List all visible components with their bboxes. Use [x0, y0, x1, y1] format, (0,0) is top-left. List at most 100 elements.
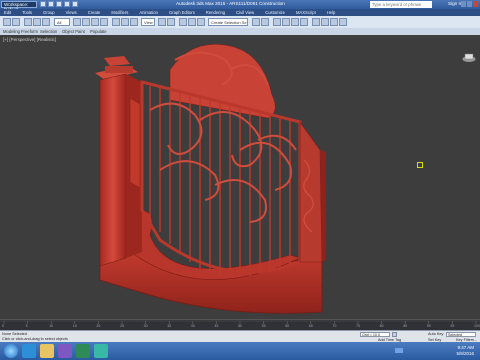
menu-item-views[interactable]: Views	[66, 9, 77, 16]
timeline-tick-label: 15	[72, 324, 77, 328]
menu-item-edit[interactable]: Edit	[4, 9, 11, 16]
window-crossing-button[interactable]	[100, 18, 108, 26]
bind-space-warp-button[interactable]	[42, 18, 50, 26]
menu-items: Edit Tools Group Views Create Modifiers Animat…	[4, 9, 335, 16]
timeline-tick-label: 0	[2, 324, 4, 328]
ribbon-tab-object-paint[interactable]: Object Paint	[62, 28, 85, 35]
schematic-view-button[interactable]	[300, 18, 308, 26]
timeline-tick-label: 5	[25, 324, 28, 328]
menu-item-animation[interactable]: Animation	[139, 9, 158, 16]
ribbon-tab-populate[interactable]: Populate	[90, 28, 107, 35]
timeline-tick-label: 85	[403, 324, 408, 328]
undo-icon[interactable]	[64, 1, 70, 7]
clock-date: 5/9/2016	[456, 351, 474, 356]
timeline-tick-label: 35	[167, 324, 172, 328]
minimize-button[interactable]	[461, 1, 466, 7]
menu-item-maxscript[interactable]: MAXScript	[296, 9, 316, 16]
windows-taskbar: 9:47 AM 5/9/2016	[0, 342, 480, 360]
open-file-icon[interactable]	[48, 1, 54, 7]
menu-item-civil-view[interactable]: Civil View	[236, 9, 254, 16]
search-input[interactable]: Type a keyword or phrase	[370, 1, 432, 8]
timeline-tick-label: 25	[120, 324, 124, 328]
timeline-tick-label: 65	[308, 324, 313, 328]
menu-item-customize[interactable]: Customize	[265, 9, 285, 16]
excel-icon[interactable]	[76, 344, 90, 358]
select-by-name-button[interactable]	[82, 18, 90, 26]
quick-access-toolbar	[40, 1, 78, 8]
select-object-button[interactable]	[73, 18, 81, 26]
timeline-tick-label: 75	[356, 324, 360, 328]
pivot-center-button[interactable]	[158, 18, 166, 26]
scale-button[interactable]	[130, 18, 138, 26]
perspective-viewport[interactable]: [+] [Perspective] [Realistic]	[0, 35, 480, 319]
snaps-toggle-button[interactable]	[179, 18, 187, 26]
unlink-button[interactable]	[33, 18, 41, 26]
layer-manager-button[interactable]	[273, 18, 281, 26]
graphite-toggle-button[interactable]	[282, 18, 290, 26]
timeline-tick-label: 40	[190, 324, 195, 328]
timeline-tick-label: 10	[49, 324, 54, 328]
menu-item-rendering[interactable]: Rendering	[206, 9, 225, 16]
timeline-tick-label: 100	[474, 324, 480, 328]
rotate-button[interactable]	[121, 18, 129, 26]
selection-status: None Selected	[2, 332, 27, 336]
network-tray-icon[interactable]	[395, 348, 403, 353]
timeline-tick-label: 60	[285, 324, 290, 328]
save-file-icon[interactable]	[56, 1, 62, 7]
timeline-tick-label: 95	[450, 324, 455, 328]
explorer-icon[interactable]	[40, 344, 54, 358]
mirror-button[interactable]	[252, 18, 260, 26]
move-button[interactable]	[112, 18, 120, 26]
grid-readout: Grid = 10.0	[360, 332, 390, 337]
selection-filter-dropdown[interactable]: All	[54, 18, 70, 26]
render-production-button[interactable]	[339, 18, 347, 26]
ie-icon[interactable]	[22, 344, 36, 358]
reference-coord-dropdown[interactable]: View	[141, 18, 155, 26]
undo-button[interactable]	[3, 18, 11, 26]
app-icon[interactable]	[58, 344, 72, 358]
title-bar: Workspace: Default Autodesk 3ds Max 2015…	[0, 0, 480, 12]
angle-snap-button[interactable]	[188, 18, 196, 26]
menu-item-help[interactable]: Help	[327, 9, 336, 16]
align-button[interactable]	[261, 18, 269, 26]
ribbon-tabs: Modeling Freeform Selection Object Paint…	[0, 28, 480, 35]
select-link-button[interactable]	[24, 18, 32, 26]
ribbon-tab-modeling[interactable]: Modeling	[3, 28, 20, 35]
selection-marker-icon	[417, 162, 423, 168]
ribbon-tab-freeform[interactable]: Freeform	[21, 28, 38, 35]
material-editor-button[interactable]	[312, 18, 320, 26]
named-selection-sets-dropdown[interactable]: Create Selection Se	[208, 18, 248, 26]
curve-editor-button[interactable]	[291, 18, 299, 26]
gate-model[interactable]	[0, 35, 480, 319]
prompt-text: Click or click-and-drag to select object…	[2, 337, 68, 341]
lock-icon[interactable]	[392, 332, 397, 337]
workspace-selector[interactable]: Workspace: Default	[1, 1, 37, 12]
redo-icon[interactable]	[72, 1, 78, 7]
rendered-frame-button[interactable]	[330, 18, 338, 26]
menu-item-group[interactable]: Group	[43, 9, 55, 16]
timeline-tick-label: 20	[96, 324, 101, 328]
key-mode-dropdown[interactable]: Selected	[446, 332, 476, 337]
ribbon-tab-selection[interactable]: Selection	[40, 28, 57, 35]
menu-item-create[interactable]: Create	[88, 9, 101, 16]
window-title: Autodesk 3ds Max 2015 - ARS111/D061 Cons…	[176, 1, 285, 6]
start-button[interactable]	[4, 344, 18, 358]
3dsmax-taskbar-icon[interactable]	[94, 344, 108, 358]
timeline-tick-label: 70	[332, 324, 337, 328]
auto-key-label[interactable]: Auto Key	[428, 332, 443, 336]
taskbar-clock[interactable]: 9:47 AM 5/9/2016	[456, 345, 474, 357]
timeline-tick-label: 90	[426, 324, 431, 328]
new-file-icon[interactable]	[40, 1, 46, 7]
menu-item-modifiers[interactable]: Modifiers	[111, 9, 128, 16]
menu-item-tools[interactable]: Tools	[22, 9, 32, 16]
timeline-tick-label: 80	[379, 324, 384, 328]
select-manipulate-button[interactable]	[167, 18, 175, 26]
percent-snap-button[interactable]	[197, 18, 205, 26]
maximize-button[interactable]	[467, 1, 472, 7]
menu-item-graph-editors[interactable]: Graph Editors	[169, 9, 195, 16]
rect-selection-button[interactable]	[91, 18, 99, 26]
close-button[interactable]	[473, 1, 478, 7]
render-setup-button[interactable]	[321, 18, 329, 26]
redo-button[interactable]	[12, 18, 20, 26]
viewcube-icon[interactable]	[462, 53, 476, 63]
